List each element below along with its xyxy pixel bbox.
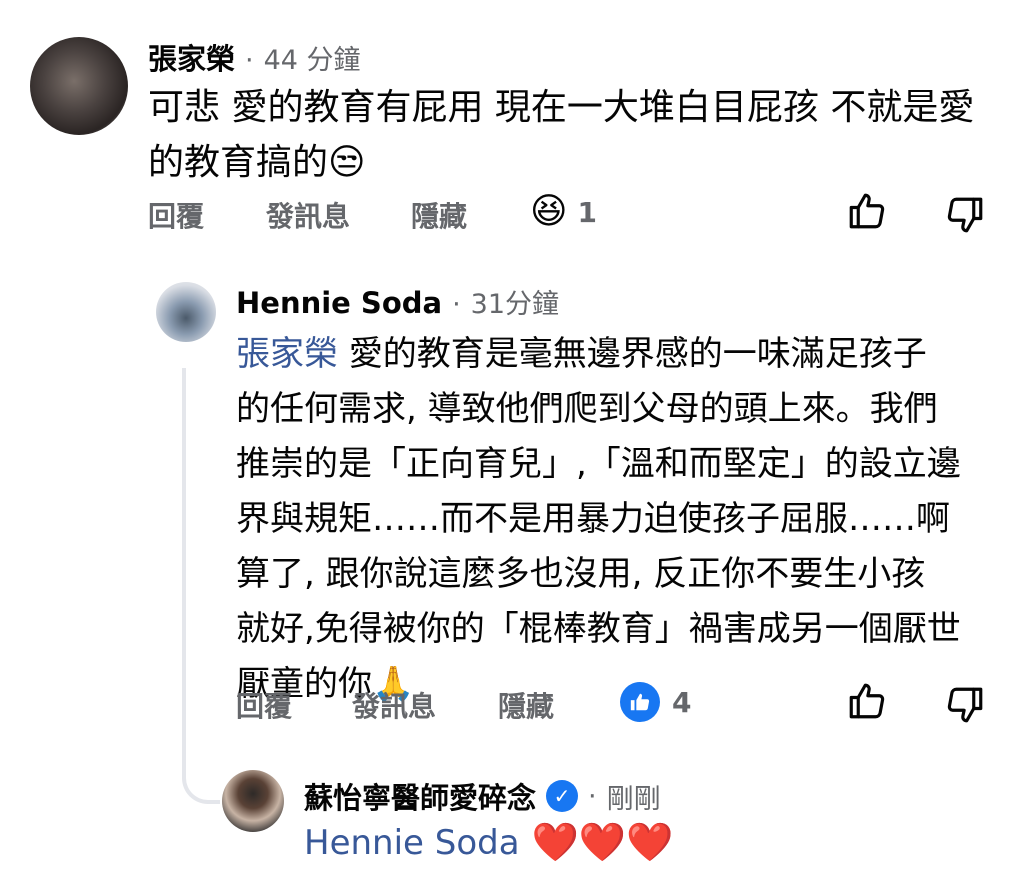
reply-button[interactable]: 回覆 (236, 685, 292, 725)
time-separator: · (245, 45, 254, 76)
time-separator: · (452, 289, 461, 320)
mention-link[interactable]: 張家榮 (236, 334, 338, 374)
avatar[interactable] (30, 37, 128, 135)
comment-text-line: 算了, 跟你說這麼多也沒用, 反正你不要生小孩 (236, 554, 926, 594)
comment-text-line: 推崇的是「正向育兒」,「溫和而堅定」的設立邊 (236, 444, 961, 484)
comment-text-line: 可悲 愛的教育有屁用 現在一大堆白目屁孩 不就是愛 (148, 87, 975, 128)
send-message-button[interactable]: 發訊息 (266, 195, 350, 235)
thumbs-down-icon[interactable] (944, 684, 986, 730)
comment-time[interactable]: 44 分鐘 (264, 38, 361, 77)
comment-text-line: 就好,免得被你的「棍棒教育」禍害成另一個厭世 (236, 609, 961, 649)
hide-button[interactable]: 隱藏 (411, 195, 467, 235)
avatar[interactable] (156, 282, 216, 342)
red-heart-emoji: ❤️❤️❤️ (531, 820, 674, 864)
comment-text: 張家榮 愛的教育是毫無邊界感的一味滿足孩子 的任何需求, 導致他們爬到父母的頭上… (236, 327, 1006, 712)
thumbs-up-icon[interactable] (846, 680, 888, 726)
like-icon (620, 682, 660, 722)
reaction-summary[interactable]: 4 (620, 682, 691, 722)
reaction-count: 4 (672, 685, 692, 719)
reply-button[interactable]: 回覆 (148, 195, 204, 235)
reaction-summary[interactable]: 😆 1 (530, 192, 597, 232)
thread-connector (182, 760, 220, 804)
comment-text-line: 愛的教育是毫無邊界感的一味滿足孩子 (348, 334, 927, 374)
mention-link[interactable]: Hennie Soda (304, 823, 520, 863)
comment-author[interactable]: 張家榮 (148, 36, 235, 78)
time-separator: · (588, 780, 597, 812)
comment-time[interactable]: 剛剛 (607, 777, 661, 816)
comment-time[interactable]: 31分鐘 (471, 282, 559, 321)
avatar[interactable] (222, 770, 284, 832)
comment-text-line: 的任何需求, 導致他們爬到父母的頭上來。我們 (236, 389, 938, 429)
thumbs-up-icon[interactable] (846, 190, 888, 236)
verified-badge-icon: ✓ (546, 780, 579, 812)
comment-text-line: 界與規矩……而不是用暴力迫使孩子屈服……啊 (236, 499, 950, 539)
thread-line (182, 368, 186, 770)
comment-text: Hennie Soda ❤️❤️❤️ (304, 820, 674, 865)
reaction-count: 1 (577, 195, 598, 229)
comment-text-line: 的教育搞的 (148, 142, 329, 183)
laughing-reaction-icon: 😆 (530, 191, 568, 232)
comment-text: 可悲 愛的教育有屁用 現在一大堆白目屁孩 不就是愛 的教育搞的😒 (148, 80, 1008, 190)
thumbs-down-icon[interactable] (944, 194, 986, 240)
send-message-button[interactable]: 發訊息 (352, 685, 436, 725)
unamused-face-emoji: 😒 (328, 142, 366, 183)
comment-author[interactable]: 蘇怡寧醫師愛碎念 (304, 775, 536, 817)
comment-author[interactable]: Hennie Soda (236, 286, 442, 320)
hide-button[interactable]: 隱藏 (498, 685, 554, 725)
